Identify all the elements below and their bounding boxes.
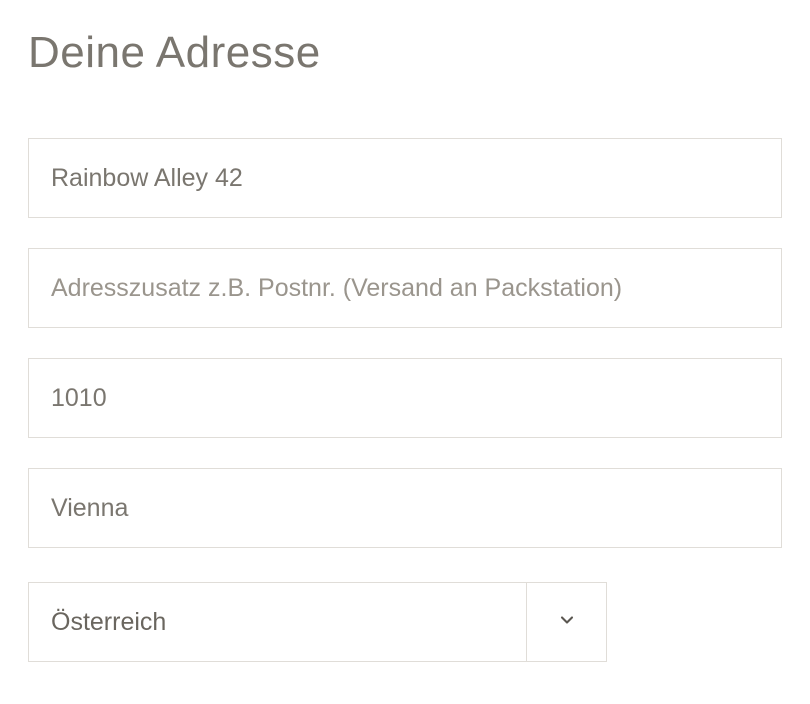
street-field[interactable] xyxy=(28,138,782,218)
postal-code-field[interactable] xyxy=(28,358,782,438)
chevron-down-icon xyxy=(557,610,577,635)
address-form: Österreich xyxy=(28,138,782,662)
page-title: Deine Adresse xyxy=(28,28,782,78)
country-select-toggle[interactable] xyxy=(527,582,607,662)
city-field[interactable] xyxy=(28,468,782,548)
country-select-value[interactable]: Österreich xyxy=(28,582,527,662)
country-select[interactable]: Österreich xyxy=(28,582,607,662)
address-addition-field[interactable] xyxy=(28,248,782,328)
